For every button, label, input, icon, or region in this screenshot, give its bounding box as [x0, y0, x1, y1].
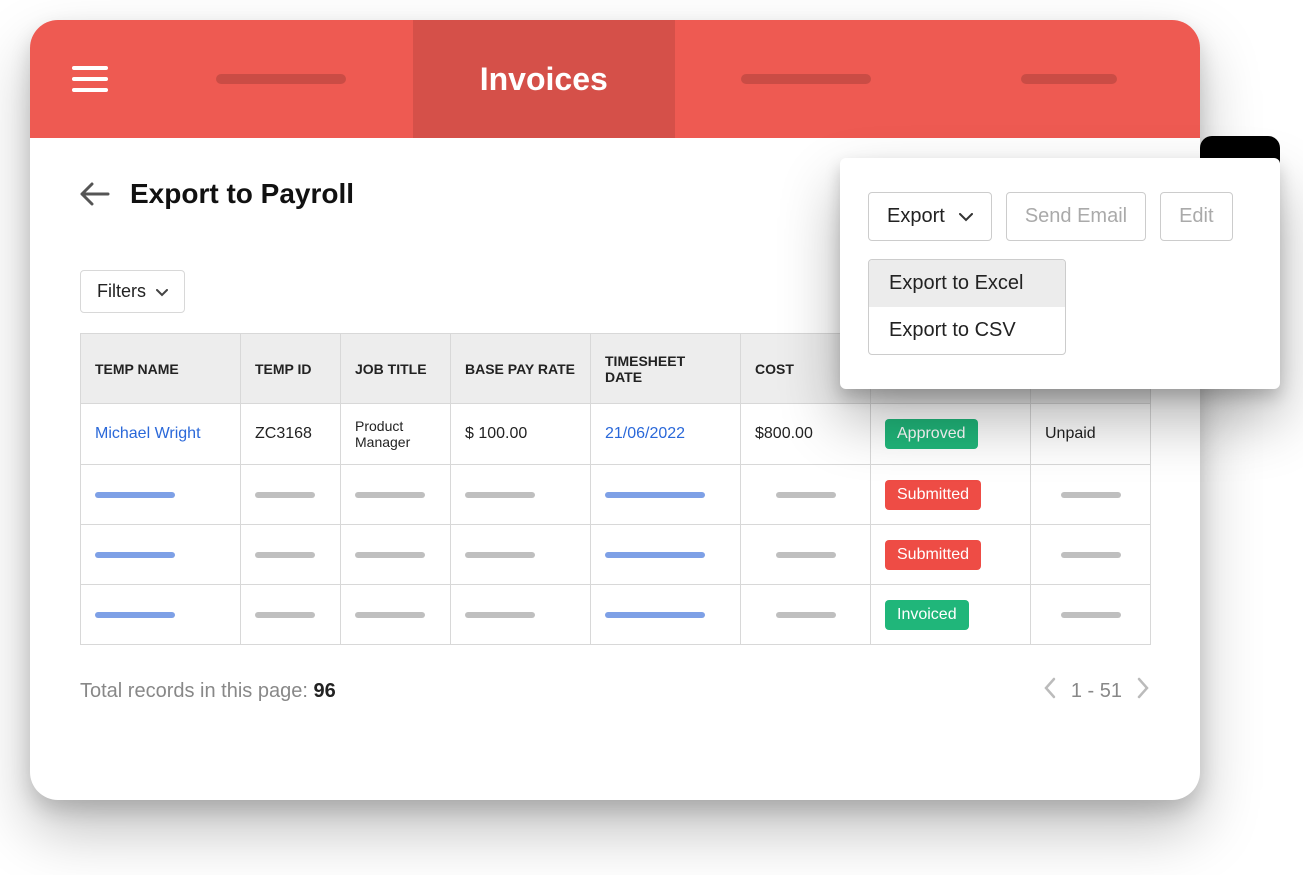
placeholder	[355, 492, 425, 498]
status-badge: Invoiced	[885, 600, 969, 630]
placeholder	[776, 612, 836, 618]
col-timesheet-date: TIMESHEET DATE	[591, 334, 741, 404]
timesheet-date-link[interactable]: 21/06/2022	[605, 425, 685, 442]
chevron-down-icon	[959, 205, 973, 228]
placeholder-link[interactable]	[605, 612, 705, 618]
placeholder	[255, 552, 315, 558]
placeholder	[1061, 552, 1121, 558]
placeholder-link[interactable]	[605, 552, 705, 558]
placeholder	[465, 612, 535, 618]
total-records-count: 96	[313, 680, 335, 702]
cell-temp-id: ZC3168	[241, 404, 341, 465]
placeholder	[355, 552, 425, 558]
placeholder	[1061, 492, 1121, 498]
tabset: Invoices	[150, 20, 1200, 138]
table-row: Invoiced	[81, 585, 1151, 645]
export-dropdown: Export to Excel Export to CSV	[868, 259, 1066, 355]
tab-placeholder-2[interactable]	[675, 20, 938, 138]
app-window: Invoices Export to Payroll Filters	[30, 20, 1200, 800]
placeholder	[776, 492, 836, 498]
cell-base-pay: $ 100.00	[451, 404, 591, 465]
export-excel-item[interactable]: Export to Excel	[869, 260, 1065, 307]
export-button[interactable]: Export	[868, 192, 992, 241]
page-title: Export to Payroll	[130, 178, 354, 210]
placeholder-link[interactable]	[95, 612, 175, 618]
back-arrow-icon[interactable]	[80, 179, 110, 209]
edit-button[interactable]: Edit	[1160, 192, 1232, 241]
table-row: Submitted	[81, 525, 1151, 585]
status-badge: Approved	[885, 419, 978, 449]
placeholder	[465, 492, 535, 498]
tab-invoices[interactable]: Invoices	[413, 20, 676, 138]
pager-prev-icon[interactable]	[1043, 677, 1057, 705]
table-row: Michael Wright ZC3168 Product Manager $ …	[81, 404, 1151, 465]
filters-label: Filters	[97, 281, 146, 302]
topbar: Invoices	[30, 20, 1200, 138]
placeholder	[1061, 612, 1121, 618]
action-panel: Export Send Email Edit Export to Excel E…	[840, 158, 1280, 389]
col-temp-name: TEMP NAME	[81, 334, 241, 404]
placeholder	[776, 552, 836, 558]
status-badge: Submitted	[885, 480, 981, 510]
col-job-title: JOB TITLE	[341, 334, 451, 404]
pager: 1 - 51	[1043, 677, 1150, 705]
table-row: Submitted	[81, 465, 1151, 525]
footer-row: Total records in this page: 96 1 - 51	[80, 677, 1150, 705]
edit-label: Edit	[1179, 205, 1213, 228]
placeholder-link[interactable]	[95, 492, 175, 498]
tab-placeholder-1[interactable]	[150, 20, 413, 138]
pager-next-icon[interactable]	[1136, 677, 1150, 705]
filters-button[interactable]: Filters	[80, 270, 185, 313]
cell-job-title: Product Manager	[341, 404, 451, 465]
placeholder-link[interactable]	[95, 552, 175, 558]
cell-paid-status: Unpaid	[1031, 404, 1151, 465]
total-records: Total records in this page: 96	[80, 680, 336, 703]
send-email-label: Send Email	[1025, 205, 1127, 228]
placeholder	[255, 612, 315, 618]
cell-cost: $800.00	[741, 404, 871, 465]
placeholder	[255, 492, 315, 498]
status-badge: Submitted	[885, 540, 981, 570]
chevron-down-icon	[156, 281, 168, 302]
export-label: Export	[887, 205, 945, 228]
placeholder	[465, 552, 535, 558]
send-email-button[interactable]: Send Email	[1006, 192, 1146, 241]
tab-placeholder-3[interactable]	[938, 20, 1201, 138]
pager-range: 1 - 51	[1071, 680, 1122, 703]
temp-name-link[interactable]: Michael Wright	[95, 425, 201, 442]
total-records-label: Total records in this page:	[80, 680, 313, 702]
export-csv-item[interactable]: Export to CSV	[869, 307, 1065, 354]
col-base-pay: BASE PAY RATE	[451, 334, 591, 404]
placeholder	[355, 612, 425, 618]
placeholder-link[interactable]	[605, 492, 705, 498]
menu-icon[interactable]	[72, 66, 108, 92]
col-temp-id: TEMP ID	[241, 334, 341, 404]
